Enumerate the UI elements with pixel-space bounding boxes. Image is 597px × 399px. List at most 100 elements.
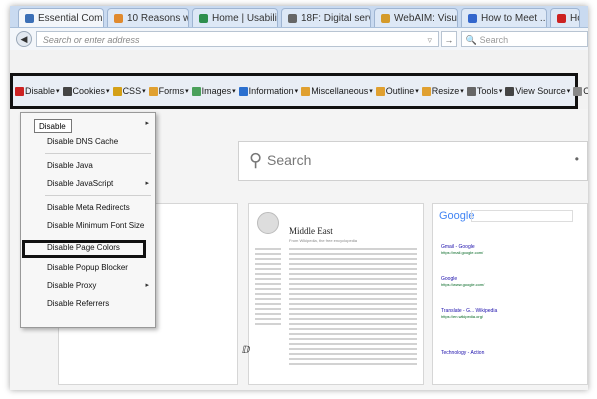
toolbar-tools-button[interactable]: Tools ▾ — [466, 86, 502, 96]
navigation-bar: ◀ Search or enter address ▿ → 🔍 Search — [10, 28, 588, 50]
tile2-subtitle: From Wikipedia, the free encyclopedia — [289, 238, 358, 243]
tile2-title: Middle East — [289, 226, 333, 236]
submenu-arrow-icon: ▸ — [145, 282, 149, 289]
forms-icon — [148, 86, 158, 96]
menu-item-label: Disable Java — [47, 161, 93, 170]
tab-strip: Essential Com...×10 Reasons wh...×Home |… — [10, 6, 588, 28]
toolbar-item-label: Cookies — [72, 86, 106, 96]
toolbar-item-label: Forms — [158, 86, 185, 96]
tab-label: Essential Com... — [38, 12, 104, 24]
google-result-title: Technology - Action — [441, 350, 485, 356]
tab-5[interactable]: WebAIM: Visu...× — [374, 8, 458, 27]
toolbar-options-button[interactable]: Options▾ — [573, 86, 588, 96]
google-result-url: https://mail.google.com/ — [441, 250, 484, 255]
toolbar-miscellaneous-button[interactable]: Miscellaneous ▾ — [301, 86, 373, 96]
toolbar-forms-button[interactable]: Forms ▾ — [148, 86, 189, 96]
tab-4[interactable]: 18F: Digital service ...× — [281, 8, 371, 27]
chevron-down-icon: ▾ — [56, 88, 60, 95]
toolbar-outline-button[interactable]: Outline ▾ — [375, 86, 419, 96]
submenu-arrow-icon: ▸ — [145, 120, 149, 127]
tab-3[interactable]: Home | Usabili...× — [192, 8, 278, 27]
chevron-down-icon: ▾ — [142, 88, 146, 95]
cookies-icon — [62, 86, 72, 96]
toolbar-item-label: Images — [201, 86, 232, 96]
toolbar-view-source-button[interactable]: View Source ▾ — [505, 86, 570, 96]
tab-favicon-icon — [25, 13, 34, 23]
miscellaneous-icon — [301, 86, 311, 96]
menu-item-4[interactable]: Disable JavaScript ▸ — [21, 177, 155, 191]
information-icon — [238, 86, 248, 96]
toolbar-item-label: Options — [583, 86, 588, 96]
menu-item-8[interactable]: Disable Popup Blocker — [21, 261, 155, 275]
outline-icon — [375, 86, 385, 96]
menu-item-5[interactable]: Disable Meta Redirects — [21, 201, 155, 215]
tab-label: How to Meet ... — [481, 12, 547, 24]
toolbar-css-button[interactable]: CSS ▾ — [112, 86, 146, 96]
search-icon: ⚲ — [249, 150, 263, 170]
chevron-down-icon: ▾ — [185, 88, 189, 95]
chevron-down-icon: ▾ — [566, 88, 571, 95]
tools-icon — [466, 86, 476, 96]
toolbar-images-button[interactable]: Images ▾ — [191, 86, 236, 96]
google-result-url: https://en.wikipedia.org/ — [441, 314, 484, 319]
wiki-body-lines — [289, 248, 417, 368]
menu-item-3[interactable]: Disable Java — [21, 159, 155, 173]
disable-tooltip: Disable — [34, 119, 72, 133]
menu-separator — [45, 153, 151, 154]
toolbar-information-button[interactable]: Information ▾ — [238, 86, 299, 96]
google-logo: Google — [439, 210, 474, 222]
chevron-down-icon: ▾ — [294, 88, 299, 95]
newtab-search-box[interactable]: ⚲ Search • — [238, 141, 588, 181]
disable-dropdown-menu: Disa▸Disable DNS CacheDisable JavaDisabl… — [20, 112, 156, 328]
toolbar-resize-button[interactable]: Resize ▾ — [421, 86, 464, 96]
menu-item-label: Disable Referrers — [47, 299, 110, 308]
search-placeholder: Search — [479, 35, 509, 45]
mouse-cursor-icon: ⅅ — [242, 345, 251, 356]
toolbar-item-label: Tools — [476, 86, 498, 96]
css-icon — [112, 86, 122, 96]
menu-item-label: Disable Popup Blocker — [47, 263, 128, 272]
tab-6[interactable]: How to Meet ...× — [461, 8, 547, 27]
address-bar[interactable]: Search or enter address ▿ — [35, 31, 439, 48]
toolbar-item-label: Information — [248, 86, 294, 96]
menu-item-label: Disable Minimum Font Size — [47, 221, 145, 230]
menu-item-9[interactable]: Disable Proxy ▸ — [21, 279, 155, 293]
tab-2[interactable]: 10 Reasons wh...× — [107, 8, 189, 27]
more-icon[interactable]: • — [575, 152, 579, 166]
top-site-tile-google[interactable]: Google Gmail - Google https://mail.google… — [432, 203, 588, 385]
toolbar-cookies-button[interactable]: Cookies ▾ — [62, 86, 110, 96]
toolbar-item-label: Outline — [385, 86, 415, 96]
tab-favicon-icon — [114, 13, 123, 23]
highlight-box-page-colors — [22, 240, 146, 258]
options-icon — [573, 86, 583, 96]
tab-label: 10 Reasons wh... — [127, 12, 188, 24]
toolbar-item-label: Miscellaneous — [311, 86, 369, 96]
wiki-sidebar-lines — [255, 248, 281, 328]
google-result: Translate - G... Wikipedia https://en.wik… — [441, 308, 497, 319]
address-dropdown-icon[interactable]: ▿ — [427, 32, 432, 48]
search-box[interactable]: 🔍 Search — [460, 31, 588, 47]
chevron-down-icon: ▾ — [460, 88, 464, 95]
menu-item-2[interactable]: Disable DNS Cache — [21, 135, 155, 149]
go-button[interactable]: → — [440, 31, 457, 47]
tab-label: WebAIM: Visu... — [394, 12, 457, 24]
browser-window: Essential Com...×10 Reasons wh...×Home |… — [10, 6, 588, 390]
google-logo-text: Google — [439, 210, 475, 222]
toolbar-disable-button[interactable]: Disable ▾ — [15, 86, 60, 96]
menu-separator — [45, 195, 151, 196]
tab-label: Ho — [570, 12, 579, 24]
back-button[interactable]: ◀ — [16, 31, 32, 47]
disable-icon — [15, 86, 24, 96]
toolbar-item-label: View Source — [515, 86, 566, 96]
menu-item-6[interactable]: Disable Minimum Font Size — [21, 219, 155, 233]
tab-1[interactable]: Essential Com...× — [18, 8, 104, 27]
menu-item-label: Disable Proxy — [47, 281, 97, 290]
tab-label: 18F: Digital service ... — [301, 12, 370, 24]
view-source-icon — [505, 86, 515, 96]
tab-favicon-icon — [199, 13, 208, 23]
top-site-tile-wikipedia[interactable]: Middle East From Wikipedia, the free enc… — [248, 203, 424, 385]
tab-7[interactable]: Ho — [550, 8, 580, 27]
menu-item-10[interactable]: Disable Referrers — [21, 297, 155, 311]
resize-icon — [421, 86, 431, 96]
tab-favicon-icon — [381, 13, 390, 23]
